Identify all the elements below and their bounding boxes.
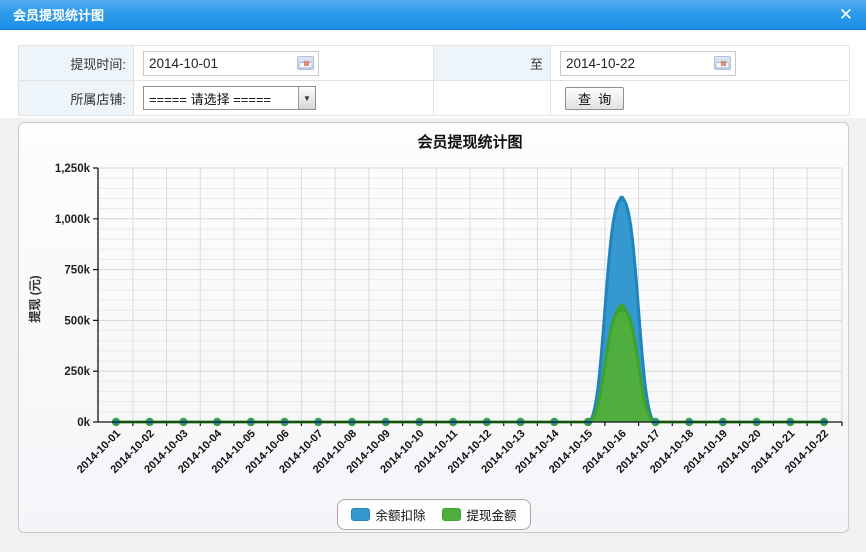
date-from-cell: 2014-10-01 bbox=[134, 46, 434, 81]
svg-text:1,250k: 1,250k bbox=[55, 163, 91, 175]
shop-select[interactable]: ===== 请选择 ===== ▼ bbox=[143, 86, 316, 110]
date-from-value[interactable]: 2014-10-01 bbox=[144, 56, 297, 71]
query-form: 提现时间: 2014-10-01 至 2014-10-22 所属店铺: ====… bbox=[0, 30, 866, 118]
withdraw-stats-chart: 0k250k500k750k1,000k1,250k2014-10-012014… bbox=[19, 123, 849, 498]
withdraw-time-label: 提现时间: bbox=[19, 46, 134, 81]
chart-panel: 0k250k500k750k1,000k1,250k2014-10-012014… bbox=[18, 122, 849, 533]
shop-label: 所属店铺: bbox=[19, 81, 134, 116]
shop-select-cell: ===== 请选择 ===== ▼ bbox=[134, 81, 434, 116]
svg-text:1,000k: 1,000k bbox=[55, 214, 91, 226]
legend-swatch-blue bbox=[350, 508, 369, 521]
close-icon[interactable]: ✕ bbox=[839, 6, 853, 23]
legend-item-balance-deduct[interactable]: 余额扣除 bbox=[350, 505, 425, 524]
query-button-cell: 查 询 bbox=[551, 81, 850, 116]
svg-text:会员提现统计图: 会员提现统计图 bbox=[417, 133, 522, 151]
query-form-table: 提现时间: 2014-10-01 至 2014-10-22 所属店铺: ====… bbox=[18, 45, 849, 116]
svg-text:250k: 250k bbox=[64, 366, 90, 378]
date-to-input[interactable]: 2014-10-22 bbox=[560, 51, 736, 76]
dialog-title: 会员提现统计图 bbox=[13, 5, 104, 24]
query-button[interactable]: 查 询 bbox=[565, 87, 624, 110]
legend-item-withdraw-amount[interactable]: 提现金额 bbox=[442, 505, 517, 524]
calendar-icon[interactable] bbox=[714, 56, 731, 70]
svg-text:提现 (元): 提现 (元) bbox=[27, 275, 42, 322]
legend-swatch-green bbox=[442, 508, 461, 521]
svg-text:500k: 500k bbox=[64, 315, 90, 327]
calendar-icon[interactable] bbox=[297, 56, 314, 70]
legend-label: 提现金额 bbox=[467, 505, 517, 524]
chart-section: 0k250k500k750k1,000k1,250k2014-10-012014… bbox=[0, 118, 866, 552]
date-to-cell: 2014-10-22 bbox=[551, 46, 850, 81]
shop-select-value[interactable]: ===== 请选择 ===== bbox=[144, 87, 298, 109]
svg-text:750k: 750k bbox=[64, 265, 90, 277]
member-withdraw-stats-dialog: 会员提现统计图 ✕ 提现时间: 2014-10-01 至 2014-10-22 … bbox=[0, 0, 866, 552]
empty-cell bbox=[434, 81, 551, 116]
date-from-input[interactable]: 2014-10-01 bbox=[143, 51, 319, 76]
svg-text:0k: 0k bbox=[77, 417, 90, 429]
date-to-label: 至 bbox=[434, 46, 551, 81]
dialog-titlebar: 会员提现统计图 ✕ bbox=[0, 0, 866, 30]
legend-label: 余额扣除 bbox=[375, 505, 425, 524]
date-to-value[interactable]: 2014-10-22 bbox=[561, 56, 714, 71]
chart-legend: 余额扣除 提现金额 bbox=[336, 499, 530, 530]
chevron-down-icon[interactable]: ▼ bbox=[298, 87, 315, 109]
